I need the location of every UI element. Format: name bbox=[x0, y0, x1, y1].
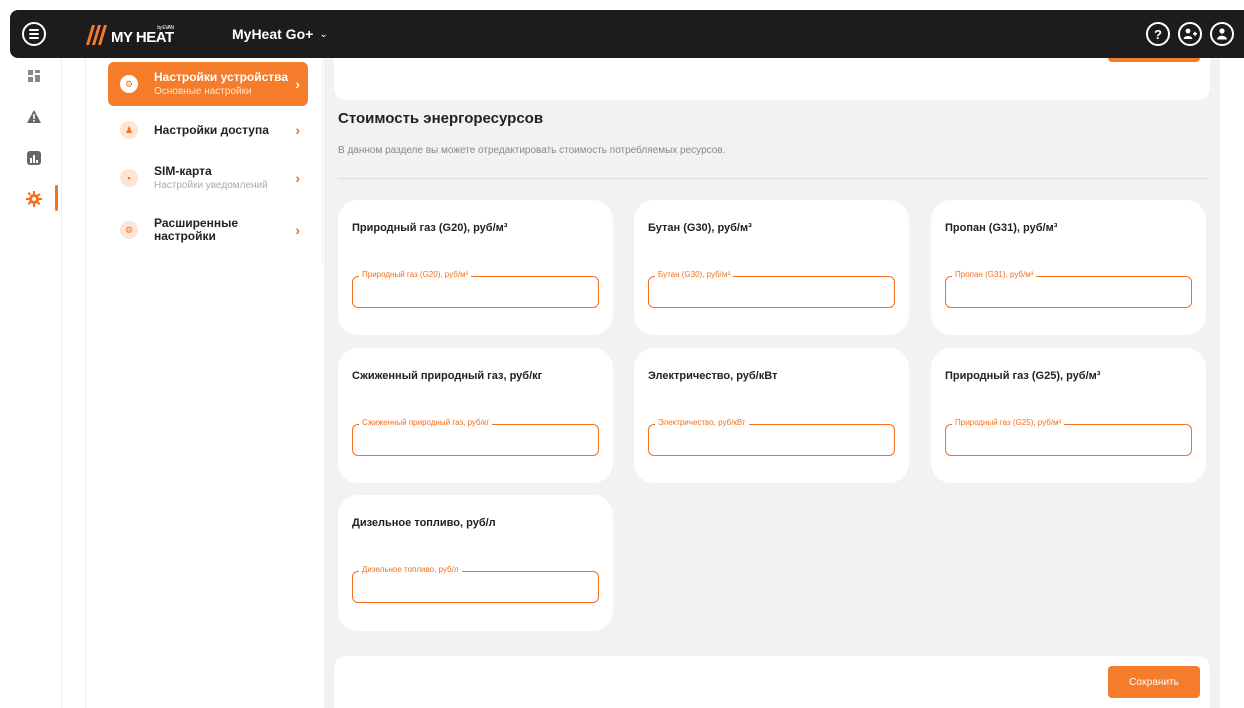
price-input-g30[interactable] bbox=[649, 277, 894, 307]
price-input-electricity[interactable] bbox=[649, 425, 894, 455]
card-title: Природный газ (G25), руб/м³ bbox=[945, 370, 1101, 382]
brand-text: MY HEAT bbox=[111, 29, 174, 46]
price-input-g20[interactable] bbox=[353, 277, 598, 307]
price-input-g31[interactable] bbox=[946, 277, 1191, 307]
profile-icon[interactable] bbox=[1210, 22, 1234, 46]
chevron-right-icon: › bbox=[295, 170, 300, 186]
nav-sublabel: Основные настройки bbox=[154, 85, 252, 97]
add-user-icon[interactable] bbox=[1178, 22, 1202, 46]
nav-divider bbox=[322, 58, 323, 263]
warning-icon[interactable] bbox=[26, 109, 42, 125]
help-icon[interactable]: ? bbox=[1146, 22, 1170, 46]
price-card-lng: Сжиженный природный газ, руб/кг Сжиженны… bbox=[338, 348, 613, 483]
card-title: Сжиженный природный газ, руб/кг bbox=[352, 370, 543, 382]
price-field: Пропан (G31), руб/м³ bbox=[945, 270, 1192, 308]
access-icon: ♟ bbox=[120, 121, 138, 139]
card-title: Дизельное топливо, руб/л bbox=[352, 517, 496, 529]
chevron-right-icon: › bbox=[295, 122, 300, 138]
field-label: Природный газ (G20), руб/м³ bbox=[359, 270, 472, 279]
device-settings-icon: ⚙ bbox=[120, 75, 138, 93]
settings-nav: ⚙ Настройки устройства Основные настройк… bbox=[85, 58, 323, 708]
price-field: Природный газ (G20), руб/м³ bbox=[352, 270, 599, 308]
price-field: Природный газ (G25), руб/м³ bbox=[945, 418, 1192, 456]
nav-label: Настройки устройства bbox=[154, 69, 289, 84]
price-field: Сжиженный природный газ, руб/кг bbox=[352, 418, 599, 456]
section-title: Стоимость энергоресурсов bbox=[338, 110, 544, 127]
price-field: Электричество, руб/кВт bbox=[648, 418, 895, 456]
left-rail bbox=[0, 58, 62, 708]
previous-section-card bbox=[334, 58, 1210, 100]
price-card-g20: Природный газ (G20), руб/м³ Природный га… bbox=[338, 200, 613, 335]
field-label: Сжиженный природный газ, руб/кг bbox=[359, 418, 493, 427]
device-selector[interactable]: MyHeat Go+ ⌄ bbox=[232, 26, 328, 42]
active-indicator bbox=[55, 185, 58, 211]
card-title: Бутан (G30), руб/м³ bbox=[648, 222, 752, 234]
previous-save-button[interactable] bbox=[1108, 58, 1200, 62]
field-label: Электричество, руб/кВт bbox=[655, 418, 749, 427]
card-title: Пропан (G31), руб/м³ bbox=[945, 222, 1058, 234]
save-bar: Сохранить bbox=[334, 656, 1210, 708]
nav-item-advanced-settings[interactable]: ⚙ Расширенные настройки › bbox=[108, 208, 308, 252]
field-label: Пропан (G31), руб/м³ bbox=[952, 270, 1037, 279]
nav-item-device-settings[interactable]: ⚙ Настройки устройства Основные настройк… bbox=[108, 62, 308, 106]
section-description: В данном разделе вы можете отредактирова… bbox=[338, 145, 726, 156]
section-divider bbox=[338, 178, 1208, 179]
price-input-g25[interactable] bbox=[946, 425, 1191, 455]
price-input-lng[interactable] bbox=[353, 425, 598, 455]
nav-item-access-settings[interactable]: ♟ Настройки доступа › bbox=[108, 108, 308, 152]
chevron-right-icon: › bbox=[295, 76, 300, 92]
chart-icon[interactable] bbox=[26, 150, 42, 166]
settings-icon[interactable] bbox=[26, 191, 42, 207]
help-glyph: ? bbox=[1154, 26, 1162, 42]
device-name: MyHeat Go+ bbox=[232, 26, 314, 42]
price-card-g31: Пропан (G31), руб/м³ Пропан (G31), руб/м… bbox=[931, 200, 1206, 335]
price-field: Дизельное топливо, руб/л bbox=[352, 565, 599, 603]
sim-card-icon: ▪ bbox=[120, 169, 138, 187]
top-bar: by EVAN MY HEAT MyHeat Go+ ⌄ ? bbox=[10, 10, 1244, 58]
price-card-g30: Бутан (G30), руб/м³ Бутан (G30), руб/м³ bbox=[634, 200, 909, 335]
brand-name: by EVAN MY HEAT bbox=[111, 26, 174, 46]
advanced-settings-icon: ⚙ bbox=[120, 221, 138, 239]
menu-icon[interactable] bbox=[22, 22, 46, 46]
nav-label: Настройки доступа bbox=[154, 122, 269, 137]
nav-label: SIM-карта bbox=[154, 163, 212, 178]
nav-item-sim-card[interactable]: ▪ SIM-карта Настройки уведомлений › bbox=[108, 156, 308, 200]
card-title: Природный газ (G20), руб/м³ bbox=[352, 222, 508, 234]
logo-stripes-icon bbox=[86, 25, 107, 45]
field-label: Бутан (G30), руб/м³ bbox=[655, 270, 734, 279]
price-input-diesel[interactable] bbox=[353, 572, 598, 602]
save-button[interactable]: Сохранить bbox=[1108, 666, 1200, 698]
field-label: Дизельное топливо, руб/л bbox=[359, 565, 462, 574]
nav-sublabel: Настройки уведомлений bbox=[154, 179, 268, 191]
price-card-diesel: Дизельное топливо, руб/л Дизельное топли… bbox=[338, 495, 613, 631]
logo[interactable]: by EVAN MY HEAT bbox=[82, 22, 174, 48]
dashboard-icon[interactable] bbox=[26, 68, 42, 84]
field-label: Природный газ (G25), руб/м³ bbox=[952, 418, 1065, 427]
price-card-electricity: Электричество, руб/кВт Электричество, ру… bbox=[634, 348, 909, 483]
price-card-g25: Природный газ (G25), руб/м³ Природный га… bbox=[931, 348, 1206, 483]
main-content: Стоимость энергоресурсов В данном раздел… bbox=[324, 58, 1220, 708]
nav-label: Расширенные настройки bbox=[154, 216, 238, 243]
chevron-right-icon: › bbox=[295, 222, 300, 238]
card-title: Электричество, руб/кВт bbox=[648, 370, 778, 382]
chevron-down-icon: ⌄ bbox=[319, 28, 328, 40]
price-field: Бутан (G30), руб/м³ bbox=[648, 270, 895, 308]
